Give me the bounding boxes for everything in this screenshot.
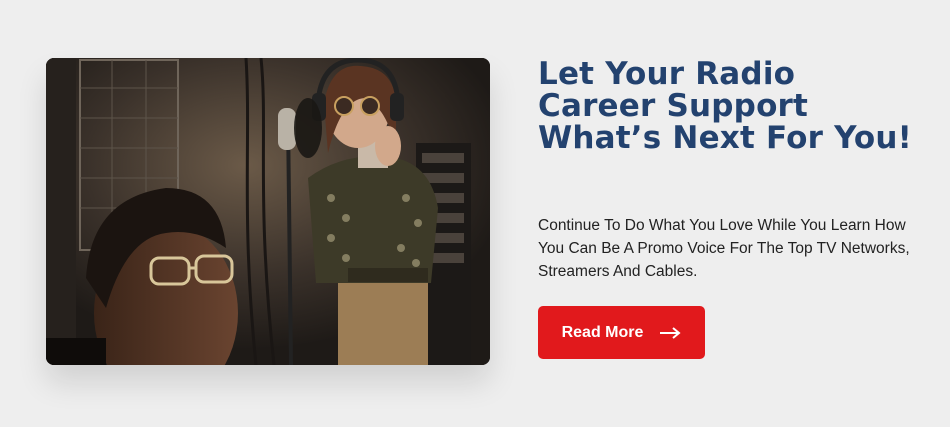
arrow-right-icon xyxy=(660,326,681,339)
description-text: Continue To Do What You Love While You L… xyxy=(538,217,910,280)
read-more-button[interactable]: Read More xyxy=(538,306,705,359)
hero-image xyxy=(46,58,490,365)
headline: Let Your Radio Career Support What’s Nex… xyxy=(538,56,913,156)
read-more-label: Read More xyxy=(561,323,644,341)
studio-photo xyxy=(46,58,490,365)
